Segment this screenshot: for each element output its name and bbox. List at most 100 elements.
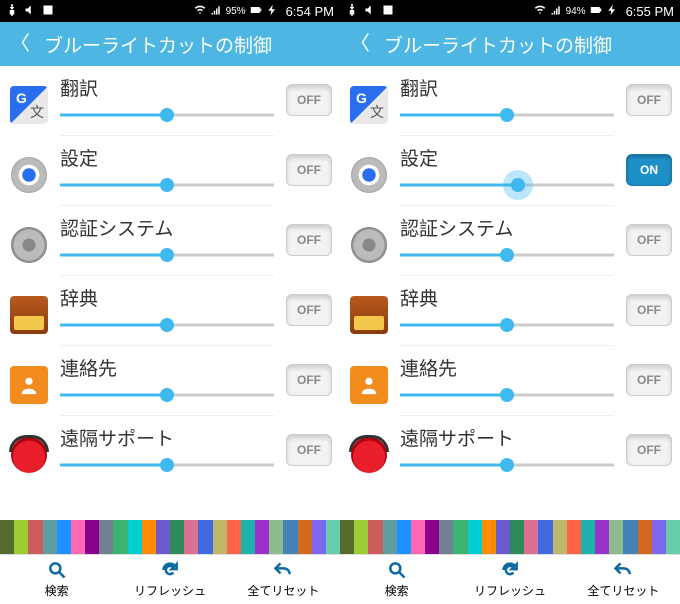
app-icon-auth <box>8 224 50 266</box>
pixel-block <box>184 520 198 554</box>
wifi-icon <box>194 4 206 19</box>
filter-slider[interactable] <box>400 177 614 193</box>
app-name-label: 辞典 <box>400 284 622 311</box>
slider-thumb[interactable] <box>160 458 174 472</box>
toggle-button[interactable]: OFF <box>286 154 332 186</box>
filter-slider[interactable] <box>60 457 274 473</box>
app-icon-translate <box>8 84 50 126</box>
toggle-button[interactable]: OFF <box>286 434 332 466</box>
status-right-icons: 95% 6:54 PM <box>194 4 334 19</box>
pixel-block <box>623 520 637 554</box>
pixel-block <box>609 520 623 554</box>
signal-icon <box>210 4 222 19</box>
toggle-label: OFF <box>297 93 321 107</box>
pixel-strip <box>0 520 340 554</box>
toggle-button[interactable]: OFF <box>286 294 332 326</box>
list-item: 認証システム OFF <box>340 206 680 276</box>
slider-thumb[interactable] <box>500 318 514 332</box>
screen-0: 95% 6:54 PM 〈 ブルーライトカットの制御 翻訳 OFF <box>0 0 340 604</box>
bottom-search[interactable]: 検索 <box>0 555 113 604</box>
slider-area <box>400 247 614 276</box>
toggle-button[interactable]: OFF <box>286 84 332 116</box>
filter-slider[interactable] <box>60 177 274 193</box>
app-name-label: 認証システム <box>400 214 622 241</box>
toggle-label: OFF <box>637 373 661 387</box>
pixel-block <box>28 520 42 554</box>
slider-area <box>60 387 274 416</box>
toggle-button[interactable]: OFF <box>286 364 332 396</box>
filter-slider[interactable] <box>400 457 614 473</box>
toggle-button[interactable]: OFF <box>626 84 672 116</box>
slider-thumb[interactable] <box>160 178 174 192</box>
app-icon-auth <box>348 224 390 266</box>
list-item: 翻訳 OFF <box>340 66 680 136</box>
slider-thumb[interactable] <box>160 388 174 402</box>
slider-area <box>400 387 614 416</box>
slider-thumb[interactable] <box>500 108 514 122</box>
filter-slider[interactable] <box>60 317 274 333</box>
pixel-block <box>411 520 425 554</box>
bottom-search[interactable]: 検索 <box>340 555 453 604</box>
sound-icon <box>24 4 36 19</box>
pixel-block <box>482 520 496 554</box>
slider-fill <box>400 254 507 257</box>
toggle-button[interactable]: OFF <box>286 224 332 256</box>
toggle-button[interactable]: OFF <box>626 294 672 326</box>
pixel-block <box>298 520 312 554</box>
filter-slider[interactable] <box>400 107 614 123</box>
toggle-button[interactable]: ON <box>626 154 672 186</box>
charging-icon <box>606 4 618 19</box>
toggle-label: OFF <box>637 233 661 247</box>
slider-thumb[interactable] <box>160 318 174 332</box>
app-list[interactable]: 翻訳 OFF 設定 <box>340 66 680 520</box>
toggle-label: OFF <box>637 443 661 457</box>
app-icon-dict <box>348 294 390 336</box>
toggle-button[interactable]: OFF <box>626 224 672 256</box>
toggle-button[interactable]: OFF <box>626 364 672 396</box>
bottom-reset-all[interactable]: 全てリセット <box>567 555 680 604</box>
bottom-reset-all[interactable]: 全てリセット <box>227 555 340 604</box>
screen-1: 94% 6:55 PM 〈 ブルーライトカットの制御 翻訳 OFF <box>340 0 680 604</box>
filter-slider[interactable] <box>400 387 614 403</box>
pixel-block <box>269 520 283 554</box>
slider-thumb[interactable] <box>511 178 525 192</box>
slider-thumb[interactable] <box>500 458 514 472</box>
back-icon[interactable]: 〈 <box>10 34 30 54</box>
app-icon-remote <box>8 434 50 476</box>
pixel-block <box>85 520 99 554</box>
slider-fill <box>60 254 167 257</box>
list-item: 連絡先 OFF <box>0 346 340 416</box>
filter-slider[interactable] <box>60 247 274 263</box>
list-item: 設定 OFF <box>0 136 340 206</box>
slider-thumb[interactable] <box>500 388 514 402</box>
pixel-block <box>128 520 142 554</box>
list-item: 認証システム OFF <box>0 206 340 276</box>
back-icon[interactable]: 〈 <box>350 34 370 54</box>
app-name-label: 翻訳 <box>400 74 622 101</box>
filter-slider[interactable] <box>400 317 614 333</box>
app-main: 認証システム <box>400 214 622 276</box>
slider-area <box>60 177 274 206</box>
pixel-block <box>666 520 680 554</box>
bottom-refresh[interactable]: リフレッシュ <box>453 555 566 604</box>
bottom-reset-label: 全てリセット <box>247 582 319 599</box>
app-icon-gear <box>348 154 390 196</box>
slider-thumb[interactable] <box>500 248 514 262</box>
app-name-label: 設定 <box>60 144 282 171</box>
bottom-refresh[interactable]: リフレッシュ <box>113 555 226 604</box>
pixel-block <box>326 520 340 554</box>
slider-thumb[interactable] <box>160 248 174 262</box>
app-icon-dict <box>8 294 50 336</box>
filter-slider[interactable] <box>60 387 274 403</box>
slider-thumb[interactable] <box>160 108 174 122</box>
app-main: 辞典 <box>400 284 622 346</box>
app-list[interactable]: 翻訳 OFF 設定 <box>0 66 340 520</box>
app-name-label: 設定 <box>400 144 622 171</box>
pixel-block <box>170 520 184 554</box>
filter-slider[interactable] <box>400 247 614 263</box>
slider-fill <box>400 184 518 187</box>
pixel-block <box>142 520 156 554</box>
bottom-bar: 検索 リフレッシュ 全てリセット <box>340 554 680 604</box>
filter-slider[interactable] <box>60 107 274 123</box>
toggle-button[interactable]: OFF <box>626 434 672 466</box>
